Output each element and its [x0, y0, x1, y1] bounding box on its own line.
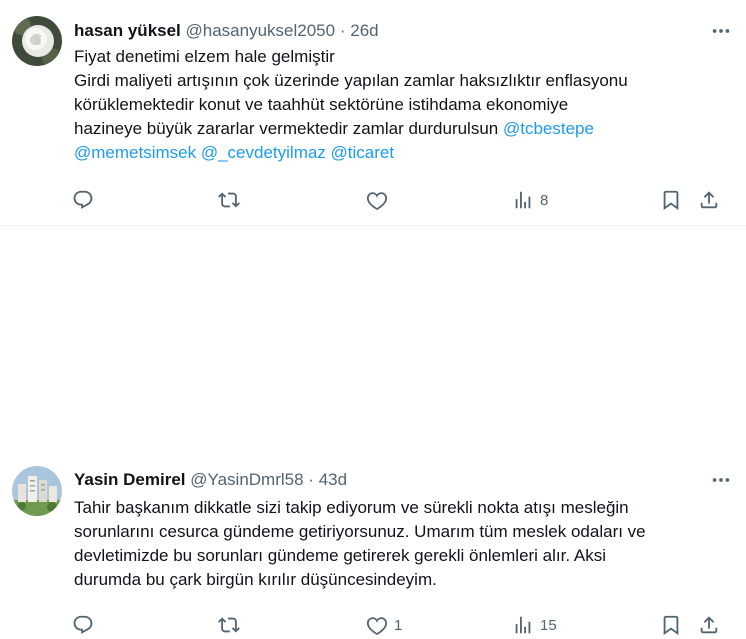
bookmark-button[interactable] — [660, 611, 682, 639]
share-button[interactable] — [698, 611, 720, 639]
heart-icon — [366, 617, 388, 635]
more-dots-icon — [712, 478, 730, 482]
tweet-2[interactable]: Yasin Demirel @YasinDmrl58 · 43d Tahir b… — [0, 226, 746, 636]
tweet-actions: 8 — [70, 186, 730, 214]
tweet-text-line: Fiyat denetimi elzem hale gelmiştir — [74, 45, 734, 69]
retweet-button[interactable] — [218, 186, 246, 214]
building-complex-avatar-image — [12, 466, 62, 516]
views-chart-icon — [515, 616, 531, 634]
share-icon — [700, 616, 718, 634]
tweet-1[interactable]: hasan yüksel @hasanyuksel2050 · 26d Fiya… — [0, 0, 746, 226]
tweet-text-segment: Tahir başkanım dikkatle sizi takip ediyo… — [74, 498, 629, 517]
timestamp[interactable]: 26d — [350, 21, 378, 40]
tweet-text-line: sorunlarını cesurca gündeme getiriyorsun… — [74, 520, 724, 544]
user-handle[interactable]: @hasanyuksel2050 — [186, 21, 336, 40]
display-name[interactable]: hasan yüksel — [74, 21, 181, 40]
avatar[interactable] — [12, 16, 62, 66]
separator-dot: · — [308, 470, 314, 489]
user-handle[interactable]: @YasinDmrl58 — [190, 470, 303, 489]
more-options-button[interactable] — [710, 469, 732, 491]
bookmark-icon — [663, 190, 679, 211]
tweet-text-segment: Girdi maliyeti artışının çok üzerinde ya… — [74, 71, 628, 90]
mention-link[interactable]: @memetsimsek — [74, 143, 196, 162]
like-button[interactable] — [366, 186, 394, 214]
tweet-text-line: durumda bu çark birgün kırılır düşüncesi… — [74, 568, 724, 592]
timestamp[interactable]: 43d — [319, 470, 347, 489]
tweet-text-line: Girdi maliyeti artışının çok üzerinde ya… — [74, 69, 734, 93]
tweet-text-segment: durumda bu çark birgün kırılır düşüncesi… — [74, 570, 437, 589]
share-button[interactable] — [698, 186, 720, 214]
retweet-icon — [218, 192, 240, 208]
views-button[interactable]: 15 — [512, 611, 557, 639]
reply-button[interactable] — [72, 186, 100, 214]
views-count: 8 — [540, 191, 549, 209]
share-icon — [700, 191, 718, 209]
more-dots-icon — [712, 29, 730, 33]
tweet-text: Tahir başkanım dikkatle sizi takip ediyo… — [74, 496, 724, 592]
tweet-text-segment: devletimizde bu sorunları gündeme getire… — [74, 546, 606, 565]
mention-link[interactable]: @tcbestepe — [503, 119, 594, 138]
bookmark-icon — [663, 615, 679, 636]
tweet-header: hasan yüksel @hasanyuksel2050 · 26d — [74, 20, 379, 42]
mention-link[interactable]: @ticaret — [331, 143, 395, 162]
like-count: 1 — [394, 616, 403, 634]
heart-icon — [366, 192, 388, 210]
tweet-text-line: @memetsimsek @_cevdetyilmaz @ticaret — [74, 141, 734, 165]
white-rose-avatar-image — [12, 16, 62, 66]
tweet-text-line: Tahir başkanım dikkatle sizi takip ediyo… — [74, 496, 724, 520]
avatar[interactable] — [12, 466, 62, 516]
tweet-actions: 1 15 — [70, 611, 730, 639]
reply-button[interactable] — [72, 611, 100, 639]
views-button[interactable]: 8 — [512, 186, 548, 214]
tweet-text-line: körüklemektedir konut ve taahhüt sektörü… — [74, 93, 734, 117]
tweet-text-segment: sorunlarını cesurca gündeme getiriyorsun… — [74, 522, 646, 541]
tweet-text-line: devletimizde bu sorunları gündeme getire… — [74, 544, 724, 568]
separator-dot: · — [339, 21, 346, 40]
views-chart-icon — [515, 191, 531, 209]
tweet-text-line: hazineye büyük zararlar vermektedir zaml… — [74, 117, 734, 141]
reply-icon — [73, 615, 93, 634]
tweet-text: Fiyat denetimi elzem hale gelmiştir Girdi… — [74, 45, 734, 165]
bookmark-button[interactable] — [660, 186, 682, 214]
tweet-text-segment: Fiyat denetimi elzem hale gelmiştir — [74, 47, 335, 66]
display-name[interactable]: Yasin Demirel — [74, 470, 186, 489]
views-count: 15 — [540, 616, 557, 634]
like-button[interactable]: 1 — [366, 611, 402, 639]
tweet-text-segment: hazineye büyük zararlar vermektedir zaml… — [74, 119, 503, 138]
more-options-button[interactable] — [710, 20, 732, 42]
mention-link[interactable]: @_cevdetyilmaz — [201, 143, 326, 162]
tweet-header: Yasin Demirel @YasinDmrl58 · 43d — [74, 469, 347, 491]
retweet-button[interactable] — [218, 611, 246, 639]
reply-icon — [73, 190, 93, 209]
tweet-text-segment: körüklemektedir konut ve taahhüt sektörü… — [74, 95, 569, 114]
retweet-icon — [218, 617, 240, 633]
